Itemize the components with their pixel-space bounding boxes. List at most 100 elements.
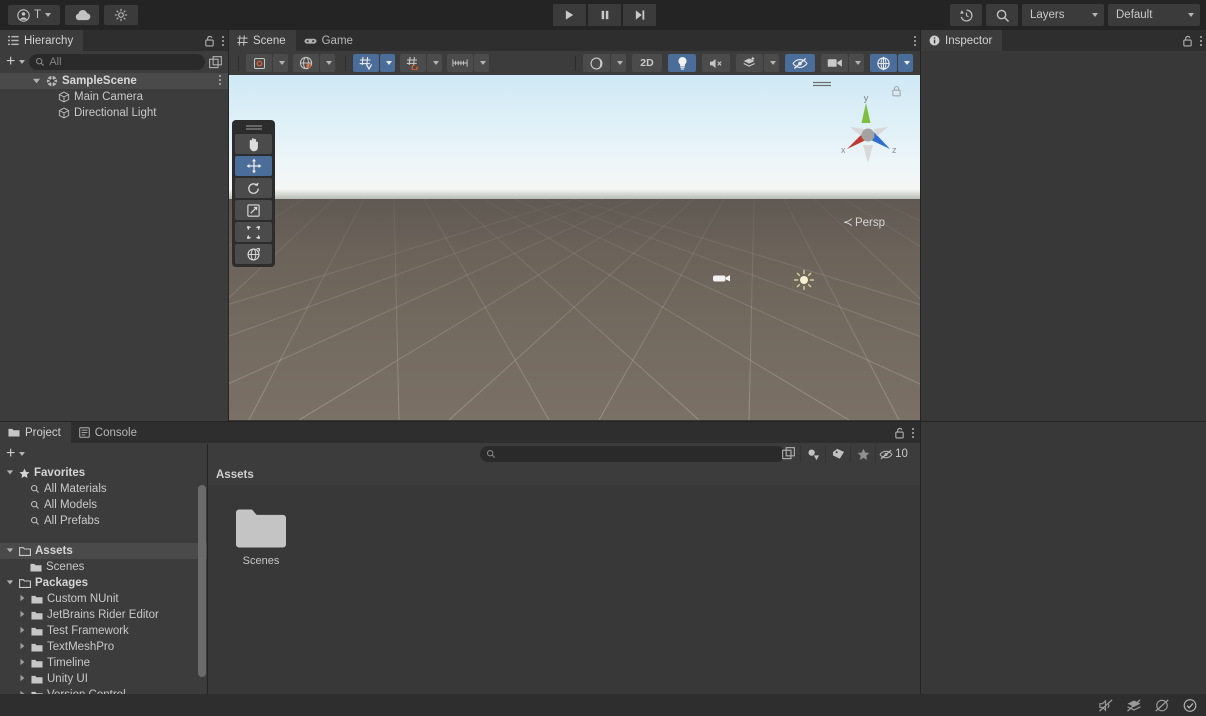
grid-visibility-button[interactable] [400,54,426,72]
project-tree-item-unity-ui[interactable]: Unity UI [0,671,207,687]
scale-tool-button[interactable] [235,200,272,220]
step-icon [635,10,645,20]
lock-open-icon[interactable] [894,427,905,439]
chevron-down-icon[interactable] [45,13,52,17]
toggle-effects-dropdown[interactable] [764,54,779,72]
project-tree-item-textmeshpro[interactable]: TextMeshPro [0,639,207,655]
project-tree-item-timeline[interactable]: Timeline [0,655,207,671]
scene-projection-label[interactable]: ≺ Persp [843,215,885,229]
favorites-filter-button[interactable] [850,445,875,463]
breadcrumb[interactable]: Assets [207,465,920,485]
layers-status-icon[interactable] [1126,698,1142,713]
scene-menu-icon[interactable] [914,35,916,47]
filter-by-type-button[interactable] [800,445,825,463]
light-gizmo[interactable] [793,269,815,291]
splitter-project-tree-content[interactable] [207,444,208,694]
project-tree-item-test-framework[interactable]: Test Framework [0,623,207,639]
hidden-packages-indicator[interactable]: 10 [875,445,911,463]
project-tree-item-all-models[interactable]: All Models [0,497,207,513]
project-tree-item-custom-nunit[interactable]: Custom NUnit [0,591,207,607]
tab-project[interactable]: Project [0,422,71,443]
move-tool-button[interactable] [235,156,272,176]
expand-triangle-icon[interactable] [32,76,41,88]
splitter-top-bottom[interactable] [0,421,1206,422]
hierarchy-item-directional-light[interactable]: Directional Light [0,105,228,121]
editor-settings-button[interactable] [104,5,138,25]
hierarchy-search-input[interactable]: All [29,54,205,70]
scene-camera-dropdown[interactable] [849,54,864,72]
pivot-mode-button[interactable] [246,54,272,72]
project-menu-icon[interactable] [912,427,914,439]
pause-button[interactable] [588,4,621,26]
splitter-scene-inspector[interactable] [920,30,921,421]
hierarchy-menu-icon[interactable] [222,35,224,47]
tab-game[interactable]: Game [295,30,363,51]
mute-audio-status-icon[interactable] [1098,698,1114,713]
project-search-input[interactable] [480,446,785,462]
open-in-new-icon[interactable] [209,55,222,69]
toggle-2d-button[interactable]: 2D [632,54,662,72]
snap-increment-dropdown[interactable] [474,54,489,72]
scene-context-menu-icon[interactable] [219,74,221,86]
shading-mode-button[interactable] [583,54,610,72]
transform-tool-button[interactable] [235,244,272,264]
layers-dropdown[interactable]: Layers [1022,4,1104,26]
scene-camera-button[interactable] [821,54,848,72]
inspector-menu-icon[interactable] [1200,35,1202,47]
handle-orientation-dropdown[interactable] [320,54,335,72]
project-tree-item-packages[interactable]: Packages [0,575,207,591]
pivot-mode-dropdown[interactable] [273,54,288,72]
filter-by-label-button[interactable] [825,445,850,463]
palette-drag-handle[interactable] [235,123,272,132]
toggle-audio-button[interactable] [702,54,730,72]
grid-visibility-dropdown[interactable] [427,54,442,72]
tab-hierarchy[interactable]: Hierarchy [0,30,84,51]
camera-gizmo[interactable] [713,269,733,285]
shading-mode-dropdown[interactable] [611,54,626,72]
project-tree-item-scenes[interactable]: Scenes [0,559,207,575]
hierarchy-item-main-camera[interactable]: Main Camera [0,89,228,105]
lock-open-icon[interactable] [1182,35,1193,47]
project-tree-item-assets[interactable]: Assets [0,543,207,559]
project-tree-item-favorites[interactable]: Favorites [0,465,207,481]
cloud-button[interactable] [65,5,99,25]
toggle-gizmos-dropdown[interactable] [898,54,913,72]
step-button[interactable] [623,4,656,26]
grid-snap-button[interactable] [353,54,379,72]
scene-axis-gizmo[interactable]: y x z [828,87,908,177]
account-button[interactable]: T [8,5,60,25]
rect-tool-button[interactable] [235,222,272,242]
lock-open-icon[interactable] [204,35,215,47]
project-tree-item-all-materials[interactable]: All Materials [0,481,207,497]
undo-history-button[interactable] [950,4,982,26]
project-tree-item-all-prefabs[interactable]: All Prefabs [0,513,207,529]
tab-console[interactable]: Console [70,422,147,443]
play-button[interactable] [553,4,586,26]
tab-inspector[interactable]: Inspector [921,30,1003,51]
toggle-gizmos-button[interactable] [870,54,897,72]
visibility-status-icon[interactable] [1154,698,1170,713]
splitter-hierarchy-scene[interactable] [228,30,229,421]
snap-increment-button[interactable] [447,54,473,72]
project-add-button[interactable]: + [6,446,26,462]
grid-snap-dropdown[interactable] [380,54,395,72]
splitter-project-right[interactable] [920,422,921,694]
toggle-effects-button[interactable] [736,54,763,72]
project-tree-scroll-thumb[interactable] [198,485,206,677]
hierarchy-item-samplescene[interactable]: SampleScene [0,73,228,89]
scene-camera-icon [827,59,842,67]
project-tree-item-jetbrains-rider-editor[interactable]: JetBrains Rider Editor [0,607,207,623]
handle-orientation-button[interactable] [293,54,319,72]
scene-viewport[interactable]: y x z ≺ Persp [229,75,920,420]
check-circle-status-icon[interactable] [1182,698,1198,713]
toggle-lighting-button[interactable] [668,54,696,72]
global-search-button[interactable] [986,4,1018,26]
hierarchy-add-button[interactable]: + [6,54,26,70]
save-search-button[interactable] [782,447,795,463]
tab-scene[interactable]: Scene [229,30,296,51]
hand-tool-button[interactable] [235,134,272,154]
layout-dropdown[interactable]: Default [1108,4,1200,26]
asset-item-scenes[interactable]: Scenes [229,507,293,567]
toggle-hidden-objects-button[interactable] [785,54,815,72]
rotate-tool-button[interactable] [235,178,272,198]
